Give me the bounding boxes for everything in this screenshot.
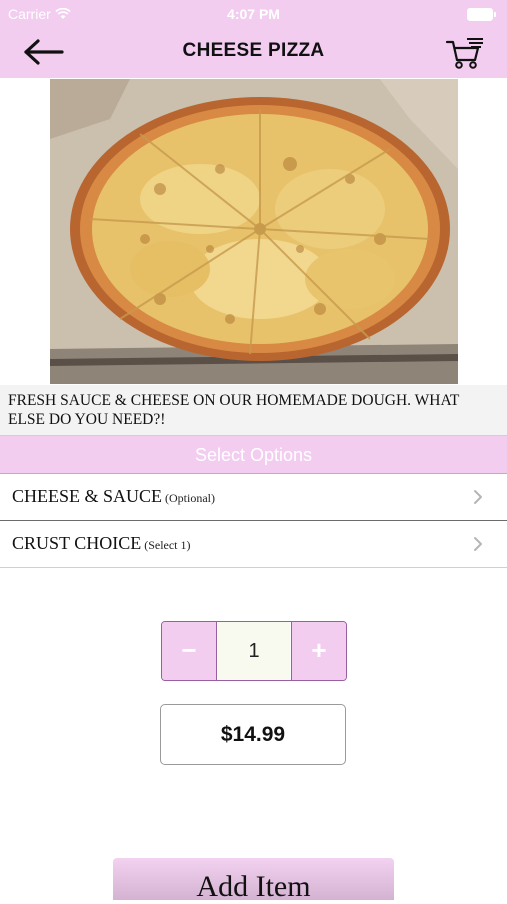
shopping-cart-icon[interactable] [445,36,485,70]
option-note: (Select 1) [144,538,191,552]
quantity-value[interactable]: 1 [218,622,290,680]
add-item-label: Add Item [196,870,311,903]
decrement-button[interactable]: − [162,622,217,680]
option-name: CRUST CHOICE [12,533,142,553]
option-label: CHEESE & SAUCE (Optional) [12,486,215,507]
options-header-label: Select Options [194,445,313,465]
battery-icon [467,8,496,21]
options-header: Select Options [0,436,507,474]
status-time: 4:07 PM [227,6,280,22]
option-row-cheese-sauce[interactable]: CHEESE & SAUCE (Optional) [0,474,507,521]
increment-button[interactable]: + [291,622,346,680]
product-image [50,79,458,384]
add-item-button[interactable]: Add Item [113,858,394,903]
option-name: CHEESE & SAUCE [12,486,163,506]
option-row-crust-choice[interactable]: CRUST CHOICE (Select 1) [0,521,507,568]
page-title: CHEESE PIZZA [182,40,325,61]
option-label: CRUST CHOICE (Select 1) [12,533,191,554]
chevron-right-icon [474,490,482,504]
header-bar: Carrier 4:07 PM CHEESE PIZZA [0,0,507,78]
option-note: (Optional) [165,491,216,505]
quantity-stepper: − 1 + [161,621,347,681]
cheese-pizza-photo [50,79,458,384]
chevron-right-icon [474,537,482,551]
status-bar: Carrier 4:07 PM [0,0,507,28]
description-text: FRESH SAUCE & CHEESE ON OUR HOMEMADE DOU… [8,392,460,428]
product-description: FRESH SAUCE & CHEESE ON OUR HOMEMADE DOU… [0,385,507,436]
price-display: $14.99 [160,704,346,765]
